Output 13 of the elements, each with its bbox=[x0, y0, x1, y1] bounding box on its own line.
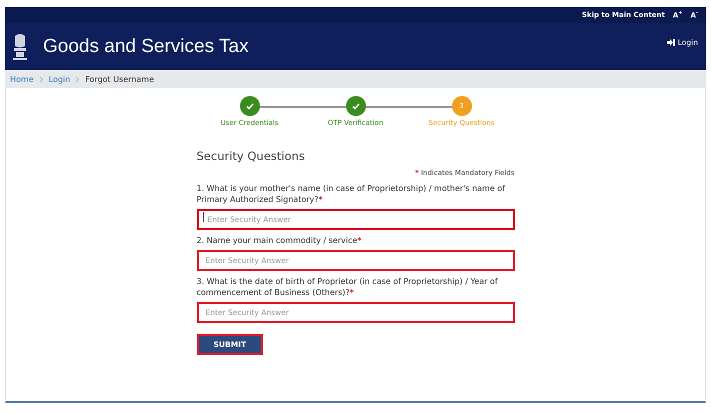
question-label: 3. What is the date of birth of Proprietor (in case of Proprietorship) / Year of commencement of Business (Others)?* bbox=[196, 276, 499, 298]
question-label: 1. What is your mother's name (in case of Proprietorship) / mother's name of Primary Authorized Signatory?* bbox=[196, 183, 506, 205]
chevron-icon bbox=[75, 76, 80, 82]
breadcrumb-link[interactable]: Login bbox=[48, 74, 70, 84]
breadcrumb-link[interactable]: Home bbox=[10, 74, 34, 84]
question-label: 2. Name your main commodity / service* bbox=[196, 235, 362, 246]
form-title: Security Questions bbox=[196, 149, 306, 163]
breadcrumb-current: Forgot Username bbox=[85, 74, 154, 84]
login-icon bbox=[666, 39, 675, 46]
site-title: Goods and Services Tax bbox=[43, 36, 250, 58]
emblem-icon bbox=[11, 32, 29, 62]
text-cursor bbox=[202, 212, 204, 222]
chevron-icon bbox=[38, 76, 44, 82]
